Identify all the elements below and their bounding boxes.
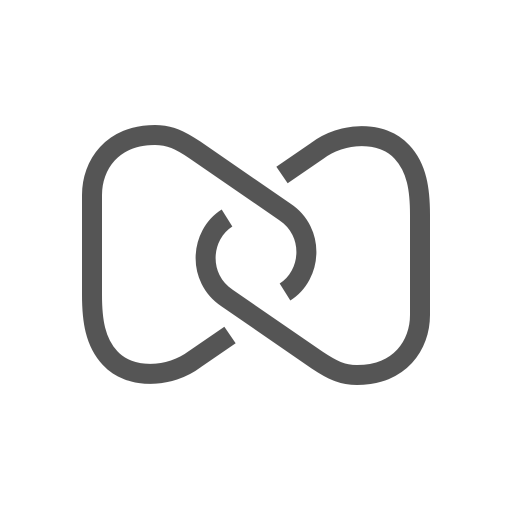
logo-canvas — [0, 0, 512, 512]
infinity-link-icon — [82, 125, 430, 385]
